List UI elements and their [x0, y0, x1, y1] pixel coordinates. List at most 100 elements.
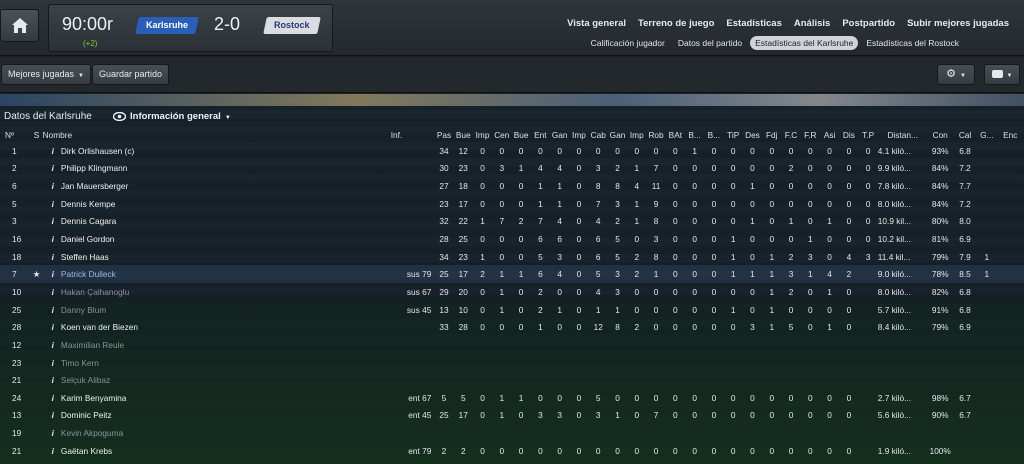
- column-header[interactable]: F.C: [781, 128, 800, 142]
- player-name-cell[interactable]: i Gaëtan Krebs: [43, 442, 391, 460]
- player-name-cell[interactable]: i Dennis Cagara: [43, 213, 391, 231]
- column-header[interactable]: Enc: [997, 128, 1024, 142]
- column-header[interactable]: Nº: [0, 128, 30, 142]
- away-team-badge[interactable]: Rostock: [263, 17, 321, 34]
- table-row[interactable]: 19 i Kevin Akpoguma: [0, 424, 1024, 442]
- player-name[interactable]: Karim Benyamina: [61, 393, 126, 403]
- tab-estadisticas-karlsruhe[interactable]: Estadísticas del Karlsruhe: [750, 36, 859, 50]
- save-match-button[interactable]: Guardar partido: [92, 64, 170, 85]
- settings-button[interactable]: ⚙ ▼: [937, 64, 975, 85]
- column-header[interactable]: G...: [977, 128, 996, 142]
- table-row[interactable]: 25 i Danny Blum sus 45 13 10 0 1 0 2 1 0 1 1 0 0 0 0 0 1 0 1 0…: [0, 301, 1024, 319]
- column-header[interactable]: Cab: [589, 128, 608, 142]
- player-name[interactable]: Danny Blum: [61, 305, 106, 315]
- table-row[interactable]: 3 i Dennis Cagara 32 22 1 7 2 7 4 0 4 2 1 8 0 0 0 0 1 0 1 0 1 0 0…: [0, 213, 1024, 231]
- player-name-cell[interactable]: i Kevin Akpoguma: [43, 424, 391, 442]
- info-icon[interactable]: i: [52, 305, 54, 315]
- info-icon[interactable]: i: [52, 375, 54, 385]
- table-row[interactable]: 2 i Philipp Klingmann 30 23 0 3 1 4 4 0 3 2 1 7 0 0 0 0 0 0 2…: [0, 160, 1024, 178]
- player-name[interactable]: Gaëtan Krebs: [61, 446, 112, 456]
- player-name[interactable]: Hakan Çalhanoglu: [61, 287, 129, 297]
- nav-vista-general[interactable]: Vista general: [567, 18, 626, 29]
- nav-analisis[interactable]: Análisis: [794, 18, 830, 29]
- view-selector-dropdown[interactable]: Información general ▼: [113, 111, 231, 122]
- table-row[interactable]: 5 i Dennis Kempe 23 17 0 0 0 1 1 0 7 3 1 9 0 0 0 0 0 0 0 0 0 0 0 8…: [0, 195, 1024, 213]
- player-name-cell[interactable]: i Hakan Çalhanoglu: [43, 283, 391, 301]
- column-header[interactable]: Gan: [608, 128, 627, 142]
- table-row[interactable]: 6 i Jan Mauersberger 27 18 0 0 0 1 1 0 8 8 4 11 0 0 0 0 1 0 0…: [0, 177, 1024, 195]
- tab-estadisticas-rostock[interactable]: Estadísticas del Rostock: [861, 36, 964, 50]
- player-name-cell[interactable]: i Philipp Klingmann: [43, 160, 391, 178]
- player-name-cell[interactable]: i Maximilian Reule: [43, 336, 391, 354]
- table-row[interactable]: 1 i Dirk Orlishausen (c) 34 12 0 0 0 0 0 0 0 0 0 0 0 1 0 0…: [0, 142, 1024, 160]
- player-name-cell[interactable]: i Jan Mauersberger: [43, 177, 391, 195]
- table-row[interactable]: 10 i Hakan Çalhanoglu sus 67 29 20 0 1 0 2 0 0 4 3 0 0 0…: [0, 283, 1024, 301]
- player-name-cell[interactable]: i Timo Kern: [43, 354, 391, 372]
- column-header[interactable]: Dis: [839, 128, 858, 142]
- player-name-cell[interactable]: i Dominic Peitz: [43, 407, 391, 425]
- column-header[interactable]: Inf.: [391, 128, 435, 142]
- info-icon[interactable]: i: [52, 199, 54, 209]
- player-name-cell[interactable]: i Danny Blum: [43, 301, 391, 319]
- column-header[interactable]: Bue: [511, 128, 530, 142]
- player-name[interactable]: Kevin Akpoguma: [61, 428, 123, 438]
- column-header[interactable]: BAt: [666, 128, 685, 142]
- player-name[interactable]: Philipp Klingmann: [61, 163, 127, 173]
- table-row[interactable]: 18 i Steffen Haas 34 23 1 0 0 5 3 0 6 5 2 8 0 0 0 1 0 1 2 3 0 4 3…: [0, 248, 1024, 266]
- info-icon[interactable]: i: [52, 322, 54, 332]
- column-header[interactable]: Cen: [492, 128, 511, 142]
- nav-subir-mejores-jugadas[interactable]: Subir mejores jugadas: [907, 18, 1009, 29]
- nav-estadisticas[interactable]: Estadísticas: [726, 18, 781, 29]
- player-name[interactable]: Patrick Dulleck: [61, 269, 116, 279]
- player-name[interactable]: Dominic Peitz: [61, 410, 112, 420]
- player-name[interactable]: Koen van der Biezen: [61, 322, 138, 332]
- table-row[interactable]: 13 i Dominic Peitz ent 45 25 17 0 1 0 3 3 0 3 1 0 7 0 0 0 0…: [0, 407, 1024, 425]
- table-row[interactable]: 16 i Daniel Gordon 28 25 0 0 0 6 6 0 6 5 0 3 0 0 0 1 0 0 0 1 0 0…: [0, 230, 1024, 248]
- info-icon[interactable]: i: [52, 234, 54, 244]
- column-header[interactable]: T.P: [859, 128, 878, 142]
- column-header[interactable]: Imp: [473, 128, 492, 142]
- info-icon[interactable]: i: [52, 410, 54, 420]
- info-icon[interactable]: i: [52, 163, 54, 173]
- table-row[interactable]: 12 i Maximilian Reule: [0, 336, 1024, 354]
- info-icon[interactable]: i: [52, 287, 54, 297]
- column-header[interactable]: Gan: [550, 128, 569, 142]
- column-header[interactable]: B...: [704, 128, 723, 142]
- info-icon[interactable]: i: [52, 340, 54, 350]
- player-name-cell[interactable]: i Karim Benyamina: [43, 389, 391, 407]
- info-icon[interactable]: i: [52, 269, 54, 279]
- column-header[interactable]: TiP: [724, 128, 743, 142]
- player-name[interactable]: Steffen Haas: [61, 252, 109, 262]
- info-icon[interactable]: i: [52, 393, 54, 403]
- table-row[interactable]: 7 ★ i Patrick Dulleck sus 79 25 17 2 1 1 6 4 0 5 3 2 1 0 0…: [0, 265, 1024, 284]
- player-name[interactable]: Maximilian Reule: [61, 340, 124, 350]
- player-name[interactable]: Jan Mauersberger: [61, 181, 128, 191]
- table-row[interactable]: 21 i Selçuk Alibaz: [0, 371, 1024, 389]
- column-header[interactable]: F.R: [801, 128, 820, 142]
- table-row[interactable]: 24 i Karim Benyamina ent 67 5 5 0 1 1 0 0 0 5 0 0 0 0 0 0 0…: [0, 389, 1024, 407]
- nav-terreno-de-juego[interactable]: Terreno de juego: [638, 18, 714, 29]
- column-header[interactable]: S: [30, 128, 42, 142]
- column-header[interactable]: Imp: [627, 128, 646, 142]
- tab-calificacion-jugador[interactable]: Calificación jugador: [586, 36, 670, 50]
- column-header[interactable]: Fdj: [762, 128, 781, 142]
- info-icon[interactable]: i: [52, 252, 54, 262]
- info-icon[interactable]: i: [52, 146, 54, 156]
- tab-datos-del-partido[interactable]: Datos del partido: [673, 36, 747, 50]
- column-header[interactable]: Pas: [434, 128, 453, 142]
- home-button[interactable]: [0, 9, 39, 42]
- info-icon[interactable]: i: [52, 358, 54, 368]
- info-icon[interactable]: i: [52, 428, 54, 438]
- nav-postpartido[interactable]: Postpartido: [842, 18, 895, 29]
- column-header[interactable]: Imp: [569, 128, 588, 142]
- chat-button[interactable]: ▼: [984, 64, 1020, 85]
- column-header[interactable]: Ent: [531, 128, 550, 142]
- best-plays-dropdown[interactable]: Mejores jugadas ▼: [1, 64, 91, 85]
- player-name-cell[interactable]: i Daniel Gordon: [43, 230, 391, 248]
- column-header[interactable]: B...: [685, 128, 704, 142]
- column-header[interactable]: Bue: [454, 128, 473, 142]
- player-name[interactable]: Daniel Gordon: [61, 234, 115, 244]
- table-row[interactable]: 21 i Gaëtan Krebs ent 79 2 2 0 0 0 0 0 0 0 0 0 0 0 0 0 0 0 0 0…: [0, 442, 1024, 460]
- column-header[interactable]: Asi: [820, 128, 839, 142]
- player-name-cell[interactable]: i Selçuk Alibaz: [43, 371, 391, 389]
